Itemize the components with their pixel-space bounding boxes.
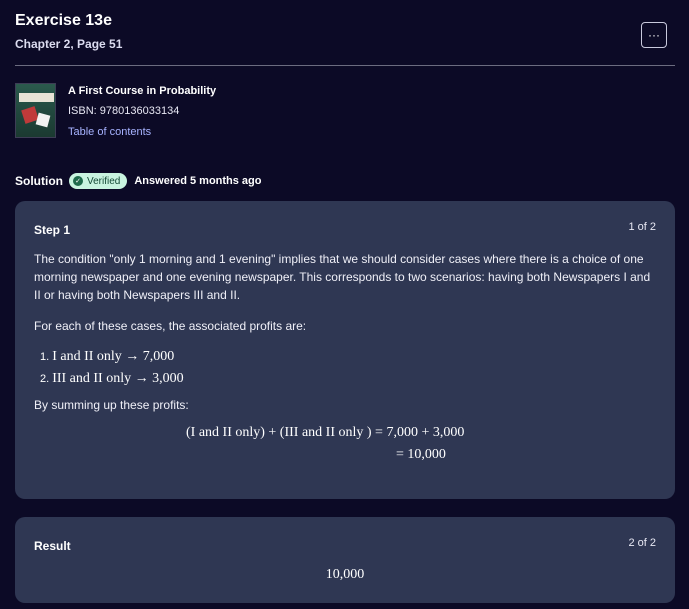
equation-line-1: (I and II only) + (III and II only ) = 7… bbox=[186, 425, 465, 440]
profit-list: 1. I and II only → 7,000 2. III and II onl… bbox=[40, 345, 184, 389]
solution-header: Solution ✓ Verified Answered 5 months ag… bbox=[15, 172, 262, 190]
book-cover-image[interactable] bbox=[15, 83, 56, 138]
step-paragraph-2: For each of these cases, the associated … bbox=[34, 319, 307, 333]
chapter-page-subtitle: Chapter 2, Page 51 bbox=[15, 37, 123, 51]
header-divider bbox=[15, 65, 675, 66]
verified-label: Verified bbox=[87, 175, 121, 187]
table-of-contents-link[interactable]: Table of contents bbox=[68, 126, 216, 138]
step-title: Step 1 bbox=[34, 223, 71, 237]
book-isbn: ISBN: 9780136033134 bbox=[68, 105, 180, 117]
ellipsis-icon: ··· bbox=[648, 28, 660, 42]
check-icon: ✓ bbox=[73, 176, 83, 186]
more-options-button[interactable]: ··· bbox=[641, 22, 667, 48]
result-counter: 2 of 2 bbox=[628, 537, 656, 549]
step-paragraph-3: By summing up these profits: bbox=[34, 398, 189, 412]
verified-badge: ✓ Verified bbox=[69, 173, 128, 189]
answered-time: Answered 5 months ago bbox=[134, 175, 262, 187]
list-item: 1. I and II only → 7,000 bbox=[40, 349, 175, 364]
list-item: 2. III and II only → 3,000 bbox=[40, 371, 184, 386]
exercise-header: Exercise 13e Chapter 2, Page 51 ··· bbox=[15, 12, 675, 51]
solution-label: Solution bbox=[15, 174, 63, 188]
equation-line-2: = 10,000 bbox=[396, 447, 446, 462]
result-title: Result bbox=[34, 539, 71, 553]
book-title[interactable]: A First Course in Probability bbox=[68, 85, 216, 97]
result-card: Result 2 of 2 10,000 bbox=[15, 517, 675, 603]
step-paragraph-1: The condition "only 1 morning and 1 even… bbox=[34, 252, 651, 302]
result-value: 10,000 bbox=[325, 567, 365, 582]
step-1-card: Step 1 1 of 2 The condition "only 1 morn… bbox=[15, 201, 675, 499]
page-title: Exercise 13e bbox=[15, 12, 112, 29]
textbook-info: A First Course in Probability ISBN: 9780… bbox=[15, 83, 675, 139]
sum-equation: (I and II only) + (III and II only ) = 7… bbox=[186, 422, 464, 466]
step-counter: 1 of 2 bbox=[628, 221, 656, 233]
